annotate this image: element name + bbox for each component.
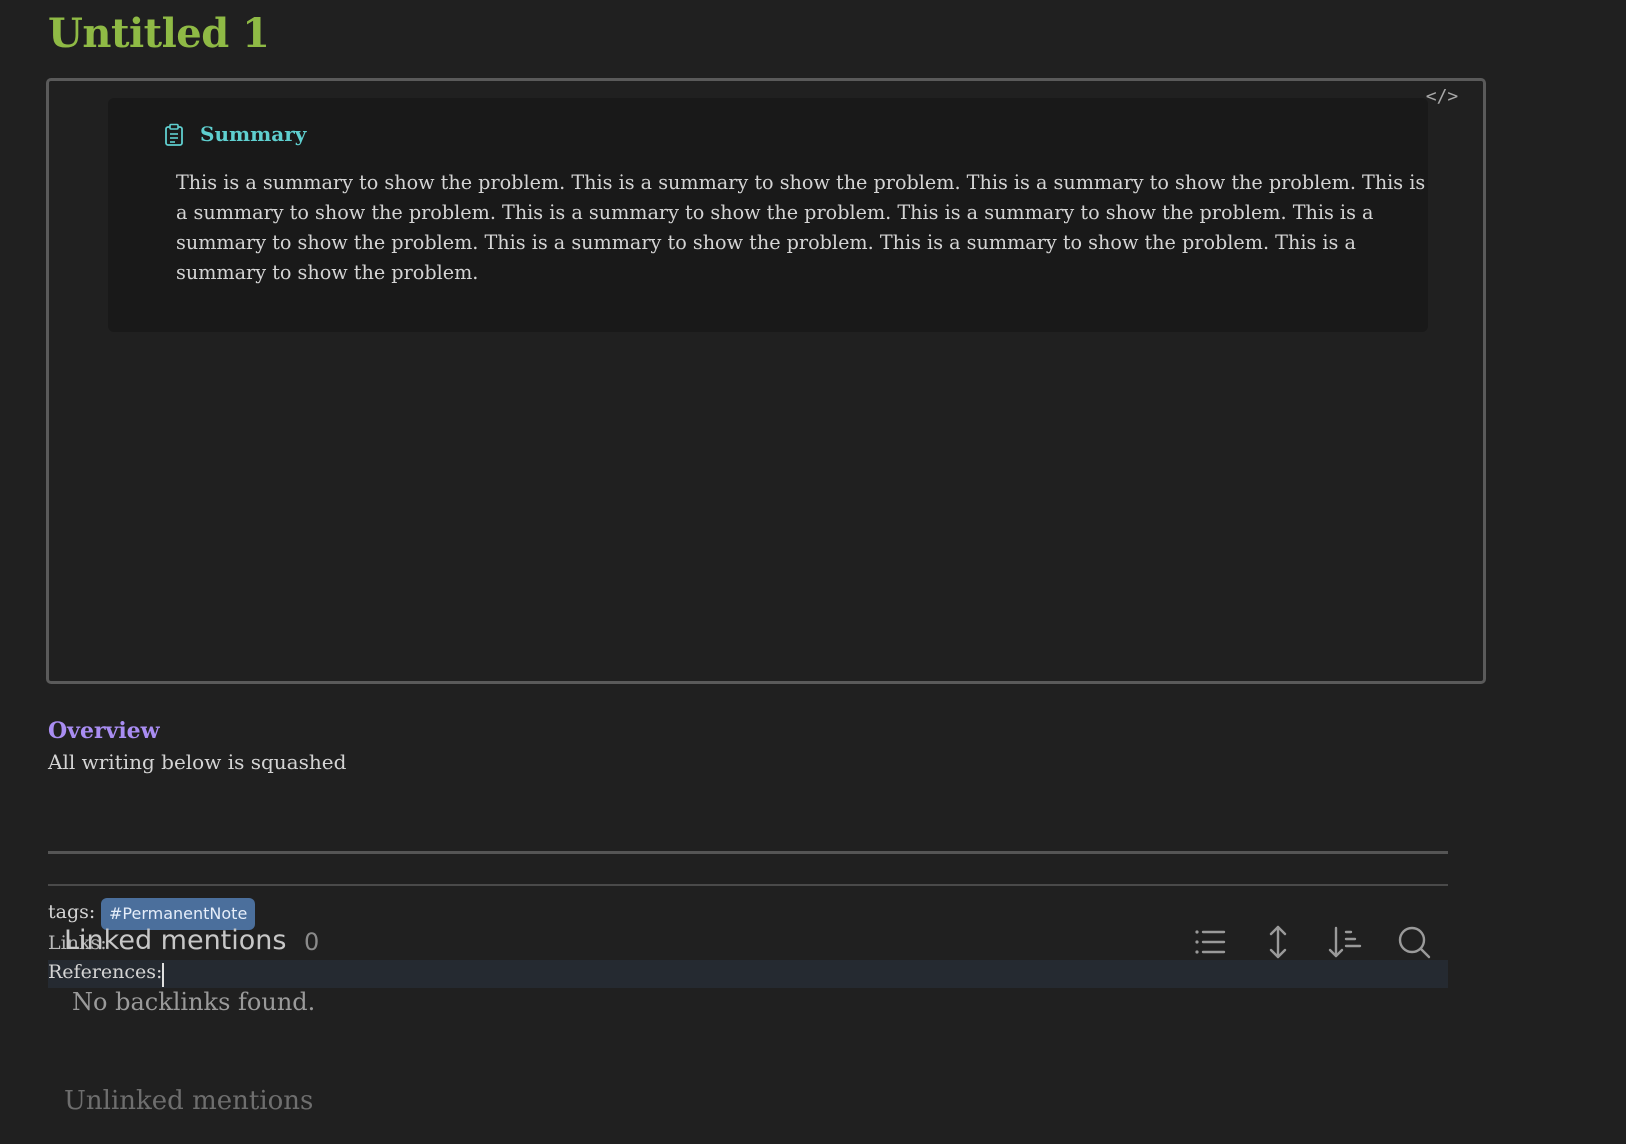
list-icon[interactable] — [1190, 922, 1230, 962]
unlinked-mentions-header[interactable]: Unlinked mentions — [64, 1086, 313, 1116]
search-icon[interactable] — [1394, 922, 1434, 962]
clipboard-list-icon — [163, 123, 185, 147]
linked-mentions-header[interactable]: Linked mentions — [64, 925, 286, 956]
expand-vertical-icon[interactable] — [1258, 922, 1298, 962]
active-line-highlight — [48, 960, 1448, 988]
backlinks-divider — [48, 884, 1448, 886]
note-view: Untitled 1 </> Summary This is a summary… — [0, 0, 1626, 1144]
overview-heading: Overview — [48, 718, 160, 744]
tags-label: tags: — [48, 901, 96, 923]
sort-icon[interactable] — [1326, 922, 1366, 962]
horizontal-rule — [48, 851, 1448, 854]
no-backlinks-message: No backlinks found. — [72, 988, 316, 1016]
callout-title: Summary — [200, 122, 307, 146]
linked-mentions-count: 0 — [304, 928, 320, 956]
references-label[interactable]: References: — [48, 961, 162, 983]
overview-text: All writing below is squashed — [48, 750, 347, 774]
note-title[interactable]: Untitled 1 — [48, 10, 270, 57]
text-cursor — [162, 963, 164, 987]
callout-body: This is a summary to show the problem. T… — [176, 171, 1426, 284]
